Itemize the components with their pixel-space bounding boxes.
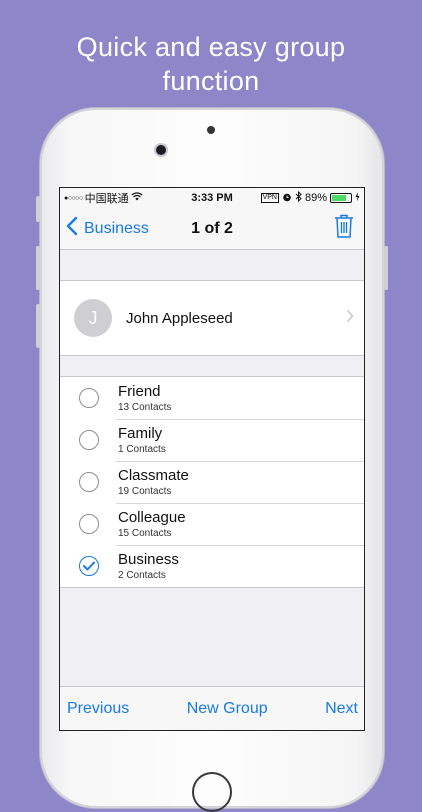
- headline-line-1: Quick and easy group: [76, 32, 346, 62]
- group-contact-count: 15 Contacts: [118, 527, 172, 539]
- battery-percent: 89%: [304, 192, 327, 204]
- avatar-initial: J: [88, 307, 98, 328]
- alarm-icon: [282, 192, 292, 205]
- group-name: Friend: [118, 382, 161, 400]
- app-screen: ●○○○○ 中国联通 3:33 PM VPN 89% Business 1 of…: [59, 187, 365, 731]
- group-name: Classmate: [118, 466, 189, 484]
- avatar: J: [74, 299, 112, 337]
- group-row[interactable]: Business 2 Contacts: [60, 545, 364, 587]
- group-row[interactable]: Colleague 15 Contacts: [60, 503, 364, 545]
- group-name: Business: [118, 550, 179, 568]
- radio-button[interactable]: [79, 430, 99, 450]
- group-row[interactable]: Family 1 Contacts: [60, 419, 364, 461]
- phone-volume-down: [36, 304, 40, 348]
- signal-strength: ●○○○○: [64, 194, 83, 202]
- chevron-left-icon: [66, 216, 78, 241]
- radio-button[interactable]: [79, 472, 99, 492]
- group-row[interactable]: Classmate 19 Contacts: [60, 461, 364, 503]
- trash-icon: [334, 214, 354, 242]
- back-button[interactable]: Business: [66, 216, 149, 241]
- group-list: Friend 13 Contacts Family 1 Contacts Cla…: [60, 376, 364, 588]
- next-button[interactable]: Next: [325, 700, 358, 718]
- group-contact-count: 1 Contacts: [118, 443, 166, 455]
- contact-row[interactable]: J John Appleseed: [60, 280, 364, 356]
- headline-line-2: function: [162, 66, 260, 96]
- radio-button[interactable]: [79, 388, 99, 408]
- group-name: Colleague: [118, 508, 186, 526]
- previous-button[interactable]: Previous: [67, 700, 129, 718]
- group-name: Family: [118, 424, 163, 442]
- phone-volume-up: [36, 246, 40, 290]
- group-contact-count: 13 Contacts: [118, 401, 172, 413]
- vpn-badge: VPN: [260, 193, 279, 203]
- new-group-button[interactable]: New Group: [187, 700, 268, 718]
- battery-icon: [330, 193, 352, 203]
- wifi-icon: [130, 192, 143, 204]
- bottom-toolbar: Previous New Group Next: [60, 686, 364, 730]
- delete-button[interactable]: [334, 214, 354, 243]
- status-bar: ●○○○○ 中国联通 3:33 PM VPN 89%: [60, 188, 364, 208]
- carrier-name: 中国联通: [84, 193, 129, 205]
- chevron-right-icon: [346, 309, 354, 328]
- phone-mute-switch: [36, 196, 40, 222]
- group-contact-count: 19 Contacts: [118, 485, 172, 497]
- phone-sensor-dot: [207, 126, 215, 134]
- phone-front-camera: [156, 145, 166, 155]
- group-contact-count: 2 Contacts: [118, 569, 166, 581]
- radio-button[interactable]: [79, 556, 99, 576]
- phone-home-button: [192, 772, 232, 812]
- navigation-bar: Business 1 of 2: [60, 208, 364, 250]
- group-row[interactable]: Friend 13 Contacts: [60, 377, 364, 419]
- radio-button[interactable]: [79, 514, 99, 534]
- checkmark-icon: [83, 561, 95, 571]
- contact-name: John Appleseed: [126, 309, 233, 327]
- bluetooth-icon: [295, 190, 302, 205]
- phone-power-button: [384, 246, 388, 290]
- back-button-label: Business: [84, 219, 149, 237]
- promo-headline: Quick and easy group function: [0, 30, 422, 98]
- charging-icon: [355, 192, 360, 204]
